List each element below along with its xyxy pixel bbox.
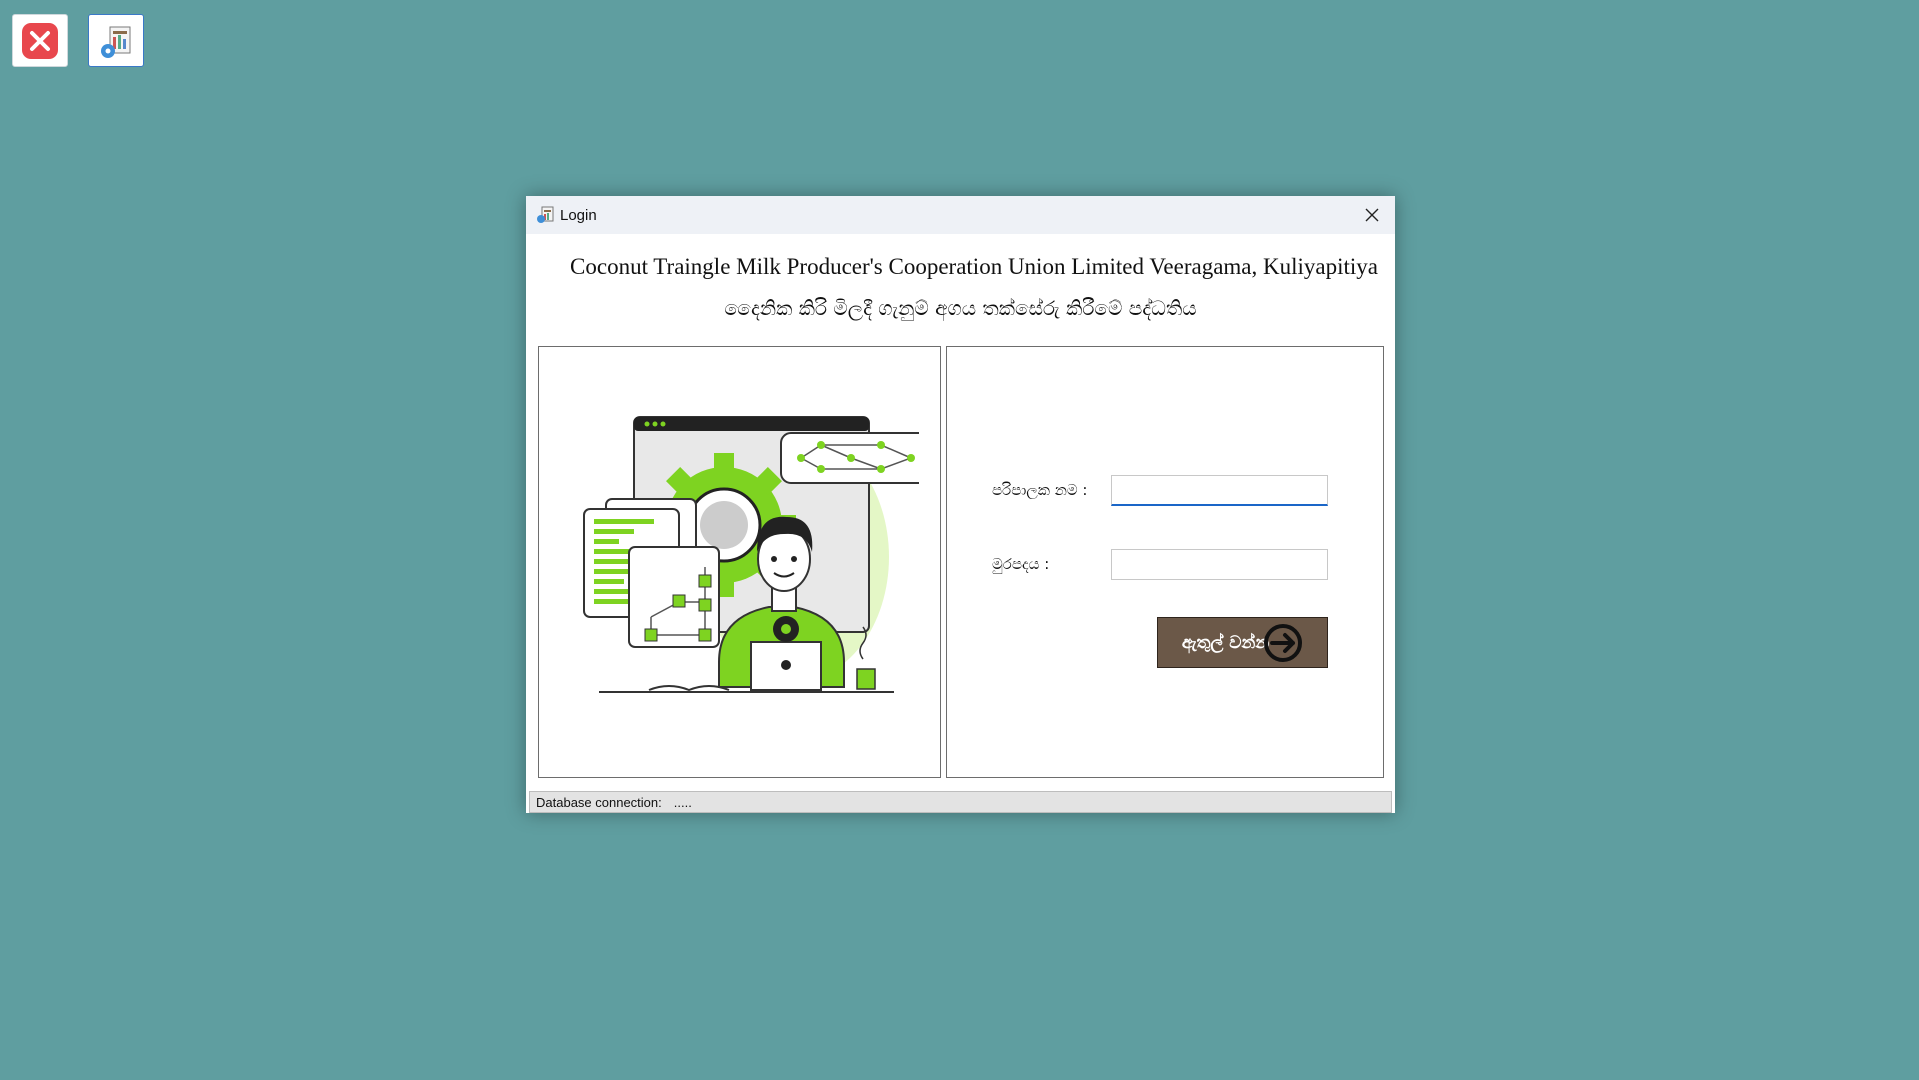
database-settings-icon: [101, 26, 131, 58]
illustration-panel: [538, 346, 941, 778]
database-settings-button[interactable]: [88, 14, 144, 67]
window-title: Login: [560, 206, 597, 224]
title-bar: Login: [526, 196, 1395, 234]
password-label: මුරපදය :: [992, 555, 1050, 573]
status-bar: Database connection: .....: [529, 791, 1392, 813]
close-icon: [1365, 208, 1379, 222]
arrow-right-circle-icon: [1264, 623, 1303, 662]
login-form-panel: පරිපාලක නම : මුරපදය : ඇතුල් වන්න: [946, 346, 1384, 778]
password-input[interactable]: [1111, 549, 1328, 580]
close-x-icon: [22, 22, 58, 59]
username-input[interactable]: [1111, 475, 1328, 506]
database-connection-status: .....: [673, 794, 692, 810]
app-icon: [537, 206, 554, 223]
username-label: පරිපාලක නම :: [992, 481, 1088, 499]
exit-button[interactable]: [12, 14, 68, 67]
login-window: Login Coconut Traingle Milk Producer's C…: [526, 196, 1395, 813]
login-button[interactable]: ඇතුල් වන්න: [1157, 617, 1328, 668]
developer-with-gear-illustration: [583, 416, 919, 693]
login-button-label: ඇතුල් වන්න: [1181, 632, 1270, 653]
database-connection-label: Database connection:: [536, 794, 662, 810]
system-title: දෛනික කිරි මිලදී ගැනුම් අගය තක්සේරු කිරී…: [724, 296, 1197, 320]
organization-title: Coconut Traingle Milk Producer's Coopera…: [570, 254, 1378, 279]
window-close-button[interactable]: [1349, 196, 1395, 234]
